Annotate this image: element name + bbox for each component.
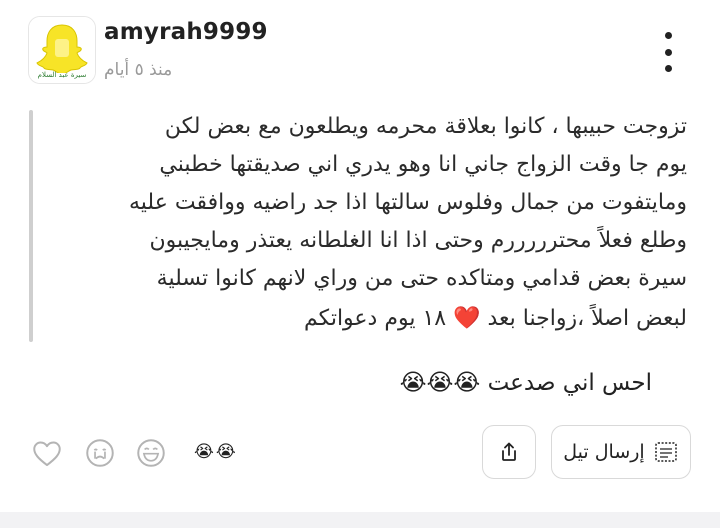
heart-emoji: ❤️ <box>453 306 481 331</box>
send-tale-label: إرسال تيل <box>563 441 645 463</box>
heart-outline-icon[interactable] <box>30 436 64 470</box>
body-emojis: 😭😭😭 <box>399 370 481 396</box>
avatar-caption: سيرة عبد السلام <box>37 71 87 79</box>
quote-text-part: ١٨ يوم دعواتكم <box>304 306 447 331</box>
quote-line: سيرة بعض قدامي ومتاكده حتى من وراي لانهم… <box>156 266 687 291</box>
laughing-face-icon[interactable] <box>134 436 168 470</box>
quote-line: ومايتفوت من جمال وفلوس سالتها اذا جد راض… <box>129 190 687 215</box>
quote-line: وطلع فعلاً محترررررم وحتى اذا انا الغلطا… <box>149 228 687 253</box>
send-card-icon <box>654 442 677 462</box>
quote-line: يوم جا وقت الزواج جاني انا وهو يدري اني … <box>159 152 687 177</box>
avatar[interactable]: سيرة عبد السلام <box>28 16 96 84</box>
share-button[interactable] <box>482 425 536 479</box>
menu-dot <box>664 48 672 56</box>
quote-line: تزوجت حبيبها ، كانوا بعلاقة محرمه ويطلعو… <box>164 114 687 139</box>
crying-face-icon[interactable] <box>83 436 117 470</box>
post-body: احس اني صدعت 😭😭😭 <box>400 370 652 396</box>
more-vertical-icon[interactable] <box>650 28 686 76</box>
reaction-summary[interactable]: 😭😭 <box>194 442 238 462</box>
menu-dot <box>664 32 672 39</box>
quote-text-part: لبعض اصلاً ،زواجنا بعد <box>487 306 688 331</box>
send-tale-button[interactable]: إرسال تيل <box>551 425 691 479</box>
username[interactable]: amyrah9999 <box>104 19 268 45</box>
bottom-divider <box>0 512 720 528</box>
share-icon <box>502 442 516 461</box>
post-header: سيرة عبد السلام amyrah9999 منذ ٥ أيام <box>0 0 720 100</box>
quote-line-last: لبعض اصلاً ،زواجنا بعد ❤️ ١٨ يوم دعواتكم <box>27 306 687 331</box>
post-timestamp: منذ ٥ أيام <box>104 60 173 80</box>
body-text: احس اني صدعت <box>487 370 652 396</box>
menu-dot <box>664 65 672 72</box>
